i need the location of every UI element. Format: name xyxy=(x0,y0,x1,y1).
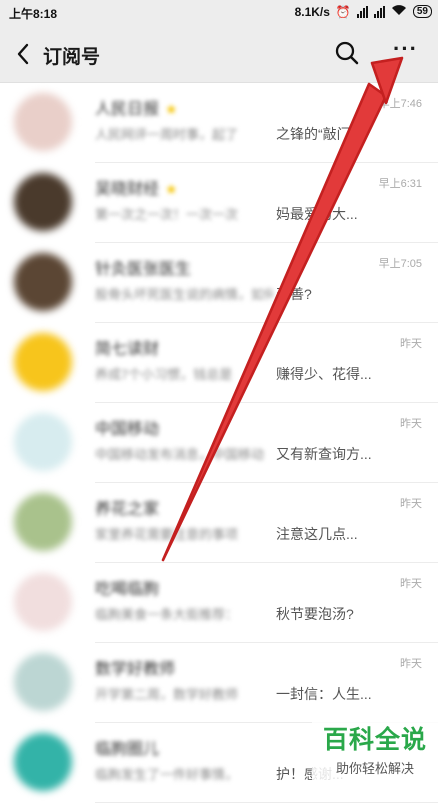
account-name: 吃喝临朐 xyxy=(95,581,160,598)
alarm-icon: ⏰ xyxy=(335,4,351,19)
timestamp: 早上6:31 xyxy=(378,178,422,190)
more-options-button[interactable]: ··· xyxy=(393,38,423,66)
timestamp: 昨天 xyxy=(400,418,422,430)
network-speed: 8.1K/s xyxy=(294,4,330,19)
watermark-title: 百科全说 xyxy=(322,726,427,754)
snippet-blurred: 家里养花需要注意的事项 xyxy=(95,527,239,542)
snippet-visible: 赚得少、花得... xyxy=(276,366,372,382)
avatar xyxy=(14,493,72,551)
account-name: 中国移动 xyxy=(95,421,160,438)
status-bar: 上午8:18 8.1K/s ⏰ 59 xyxy=(0,0,438,26)
snippet-blurred: 临朐美食一条大街推荐： xyxy=(95,607,239,622)
snippet-blurred: 人民网评一周时事，起了 xyxy=(95,127,239,142)
search-button[interactable] xyxy=(333,39,361,67)
snippet-blurred: 股骨头坏死医生说的病情，如何 xyxy=(95,287,273,302)
snippet-visible: 秋节要泡汤? xyxy=(276,606,354,622)
nav-bar: 订阅号 ··· xyxy=(0,26,438,83)
signal-icon-2 xyxy=(373,5,385,18)
snippet-blurred: 第一次之一次！一次一次 xyxy=(95,207,239,222)
timestamp: 昨天 xyxy=(400,338,422,350)
list-item[interactable]: 针灸医张医生股骨头坏死医生说的病情，如何 改善? 早上7:05 xyxy=(0,243,438,323)
avatar xyxy=(14,733,72,791)
snippet-blurred: 开学第二周，数学好教师 xyxy=(95,687,239,702)
avatar xyxy=(14,333,72,391)
battery-icon: 59 xyxy=(412,5,432,18)
timestamp: 昨天 xyxy=(400,498,422,510)
avatar xyxy=(14,573,72,631)
signal-icon xyxy=(356,5,368,18)
account-name: 数学好教师 xyxy=(95,661,176,678)
list-item[interactable]: 人民日报 ★ 人民网评一周时事，起了 之锋的“敲门 早上7:46 xyxy=(0,83,438,163)
list-item[interactable]: 中国移动中国移动发布消息，中国移动 又有新查询方... 昨天 xyxy=(0,403,438,483)
snippet-visible: 一封信：人生... xyxy=(276,686,372,702)
star-icon: ★ xyxy=(165,101,178,117)
avatar xyxy=(14,93,72,151)
back-chevron-icon xyxy=(17,43,29,65)
timestamp: 昨天 xyxy=(400,658,422,670)
list-item[interactable]: 吴晓财经 ★ 第一次之一次！一次一次 妈最爱的大... 早上6:31 xyxy=(0,163,438,243)
status-icons: 8.1K/s ⏰ 59 xyxy=(295,4,432,19)
snippet-visible: 改善? xyxy=(276,286,312,302)
wifi-icon xyxy=(391,4,407,19)
back-button[interactable] xyxy=(12,40,36,68)
timestamp: 昨天 xyxy=(400,578,422,590)
status-time: 上午8:18 xyxy=(9,7,58,21)
snippet-blurred: 临朐发生了一件好事情， xyxy=(95,767,239,782)
list-item[interactable]: 养花之家家里养花需要注意的事项 注意这几点... 昨天 xyxy=(0,483,438,563)
account-name: 针灸医张医生 xyxy=(95,261,192,278)
timestamp: 早上7:46 xyxy=(378,98,422,110)
snippet-visible: 之锋的“敲门 xyxy=(276,126,351,142)
snippet-blurred: 养成7个小习惯，钱总是 xyxy=(95,367,233,382)
list-item[interactable]: 吃喝临朐临朐美食一条大街推荐： 秋节要泡汤? 昨天 xyxy=(0,563,438,643)
snippet-visible: 妈最爱的大... xyxy=(276,206,358,222)
subscription-list: 人民日报 ★ 人民网评一周时事，起了 之锋的“敲门 早上7:46 吴晓财经 ★ 第一次之一次！… xyxy=(0,83,438,803)
snippet-visible: 又有新查询方... xyxy=(276,446,372,462)
account-name: 简七读财 xyxy=(95,341,160,358)
watermark-logo: 百科全说 助你轻松解决 xyxy=(312,720,438,781)
account-name: 吴晓财经 ★ xyxy=(95,181,178,198)
search-icon xyxy=(335,41,359,65)
account-name: 养花之家 xyxy=(95,501,160,518)
snippet-blurred: 中国移动发布消息，中国移动 xyxy=(95,447,265,462)
avatar xyxy=(14,253,72,311)
snippet-visible: 注意这几点... xyxy=(276,526,358,542)
avatar xyxy=(14,173,72,231)
list-item[interactable]: 简七读财养成7个小习惯，钱总是 赚得少、花得... 昨天 xyxy=(0,323,438,403)
timestamp: 早上7:05 xyxy=(378,258,422,270)
avatar xyxy=(14,653,72,711)
account-name: 临朐圈儿 xyxy=(95,741,160,758)
account-name: 人民日报 ★ xyxy=(95,101,178,118)
star-icon: ★ xyxy=(165,181,178,197)
watermark-subtitle: 助你轻松解决 xyxy=(335,761,414,776)
page-title: 订阅号 xyxy=(43,47,101,68)
list-item[interactable]: 数学好教师开学第二周，数学好教师 一封信：人生... 昨天 xyxy=(0,643,438,723)
avatar xyxy=(14,413,72,471)
